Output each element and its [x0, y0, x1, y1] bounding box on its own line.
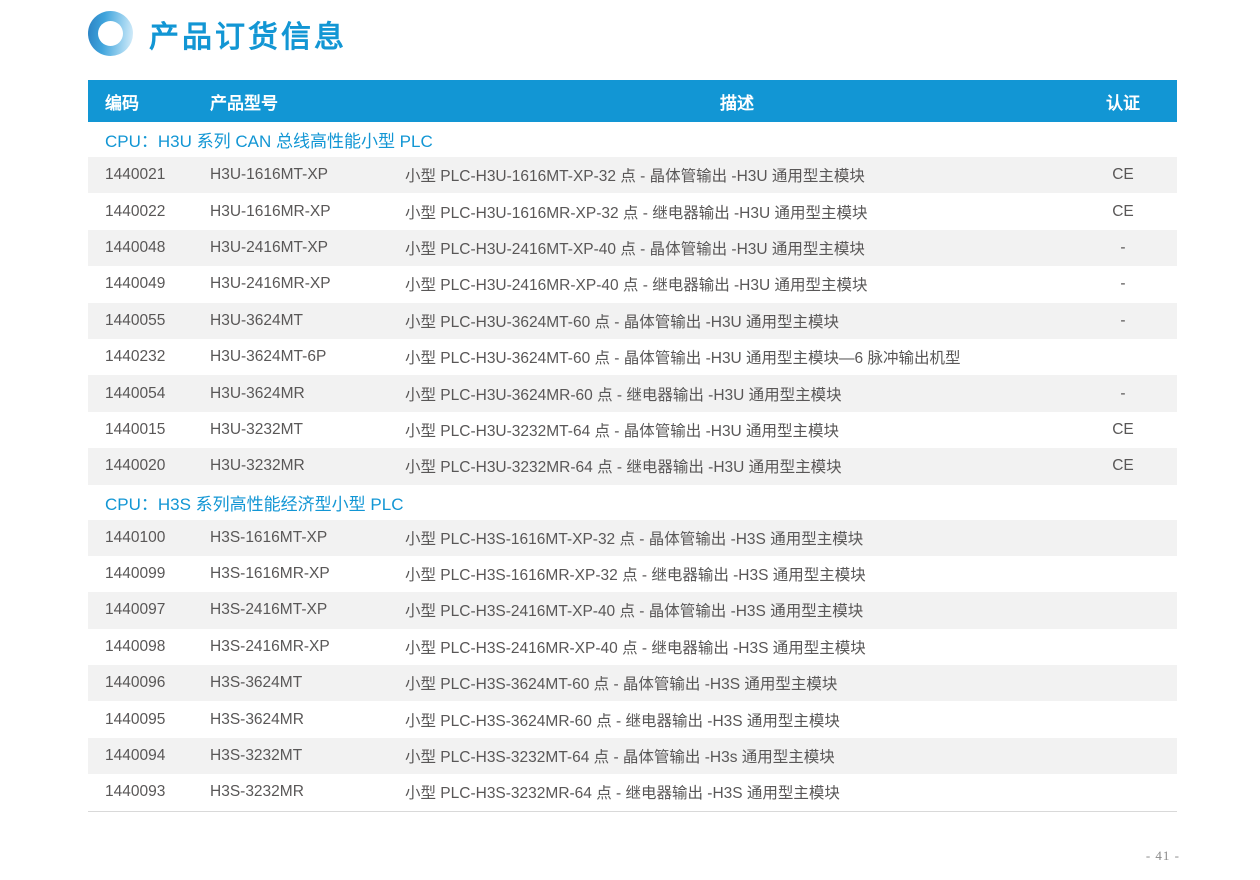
row-cert-cell: CE	[1069, 166, 1177, 184]
row-code-cell: 1440020	[88, 457, 210, 475]
column-header-model: 产品型号	[210, 89, 405, 114]
row-desc-cell: 小型 PLC-H3U-3624MR-60 点 - 继电器输出 -H3U 通用型主…	[405, 383, 1069, 405]
row-model-cell: H3S-3624MT	[210, 674, 405, 692]
row-model-cell: H3S-1616MR-XP	[210, 565, 405, 583]
row-code-cell: 1440049	[88, 275, 210, 293]
row-code-cell: 1440022	[88, 203, 210, 221]
row-code-cell: 1440021	[88, 166, 210, 184]
row-model-cell: H3S-2416MR-XP	[210, 638, 405, 656]
row-code-cell: 1440232	[88, 348, 210, 366]
product-order-table: 编码 产品型号 描述 认证 CPU：H3U 系列 CAN 总线高性能小型 PLC…	[88, 80, 1177, 812]
table-row: 1440049H3U-2416MR-XP小型 PLC-H3U-2416MR-XP…	[88, 266, 1177, 302]
table-header-row: 编码 产品型号 描述 认证	[88, 80, 1177, 122]
row-model-cell: H3U-3232MT	[210, 421, 405, 439]
catalog-page: 产品订货信息 编码 产品型号 描述 认证 CPU：H3U 系列 CAN 总线高性…	[0, 0, 1260, 880]
row-cert-cell: -	[1069, 275, 1177, 293]
table-row: 1440015H3U-3232MT小型 PLC-H3U-3232MT-64 点 …	[88, 412, 1177, 448]
row-desc-cell: 小型 PLC-H3S-3232MT-64 点 - 晶体管输出 -H3s 通用型主…	[405, 745, 1069, 767]
row-desc-cell: 小型 PLC-H3U-3624MT-60 点 - 晶体管输出 -H3U 通用型主…	[405, 346, 1069, 368]
row-code-cell: 1440093	[88, 783, 210, 801]
row-desc-cell: 小型 PLC-H3S-2416MR-XP-40 点 - 继电器输出 -H3S 通…	[405, 636, 1069, 658]
page-header: 产品订货信息	[88, 11, 347, 56]
row-model-cell: H3U-1616MR-XP	[210, 203, 405, 221]
row-cert-cell: CE	[1069, 203, 1177, 221]
table-row: 1440096H3S-3624MT小型 PLC-H3S-3624MT-60 点 …	[88, 665, 1177, 701]
ring-icon	[88, 11, 133, 56]
table-row: 1440020H3U-3232MR小型 PLC-H3U-3232MR-64 点 …	[88, 448, 1177, 484]
row-model-cell: H3S-2416MT-XP	[210, 601, 405, 619]
row-model-cell: H3U-3624MT-6P	[210, 348, 405, 366]
table-row: 1440048H3U-2416MT-XP小型 PLC-H3U-2416MT-XP…	[88, 230, 1177, 266]
row-model-cell: H3S-3624MR	[210, 711, 405, 729]
table-row: 1440021H3U-1616MT-XP小型 PLC-H3U-1616MT-XP…	[88, 157, 1177, 193]
table-row: 1440232H3U-3624MT-6P小型 PLC-H3U-3624MT-60…	[88, 339, 1177, 375]
row-desc-cell: 小型 PLC-H3S-1616MR-XP-32 点 - 继电器输出 -H3S 通…	[405, 563, 1069, 585]
row-desc-cell: 小型 PLC-H3U-3232MR-64 点 - 继电器输出 -H3U 通用型主…	[405, 455, 1069, 477]
table-row: 1440022H3U-1616MR-XP小型 PLC-H3U-1616MR-XP…	[88, 193, 1177, 229]
row-model-cell: H3U-3624MT	[210, 312, 405, 330]
row-model-cell: H3U-3624MR	[210, 385, 405, 403]
table-row: 1440100H3S-1616MT-XP小型 PLC-H3S-1616MT-XP…	[88, 520, 1177, 556]
row-code-cell: 1440094	[88, 747, 210, 765]
row-model-cell: H3U-1616MT-XP	[210, 166, 405, 184]
row-desc-cell: 小型 PLC-H3S-3232MR-64 点 - 继电器输出 -H3S 通用型主…	[405, 781, 1069, 803]
row-cert-cell: CE	[1069, 457, 1177, 475]
column-header-desc: 描述	[405, 89, 1069, 114]
row-model-cell: H3U-3232MR	[210, 457, 405, 475]
column-header-cert: 认证	[1069, 89, 1177, 114]
row-model-cell: H3S-3232MR	[210, 783, 405, 801]
row-desc-cell: 小型 PLC-H3U-1616MT-XP-32 点 - 晶体管输出 -H3U 通…	[405, 164, 1069, 186]
row-code-cell: 1440015	[88, 421, 210, 439]
row-desc-cell: 小型 PLC-H3U-2416MR-XP-40 点 - 继电器输出 -H3U 通…	[405, 273, 1069, 295]
row-desc-cell: 小型 PLC-H3U-3624MT-60 点 - 晶体管输出 -H3U 通用型主…	[405, 310, 1069, 332]
column-header-code: 编码	[88, 89, 210, 114]
row-model-cell: H3S-3232MT	[210, 747, 405, 765]
table-row: 1440097H3S-2416MT-XP小型 PLC-H3S-2416MT-XP…	[88, 592, 1177, 628]
page-number: - 41 -	[1146, 848, 1180, 864]
table-row: 1440094H3S-3232MT小型 PLC-H3S-3232MT-64 点 …	[88, 738, 1177, 774]
row-cert-cell: -	[1069, 239, 1177, 257]
row-code-cell: 1440055	[88, 312, 210, 330]
row-desc-cell: 小型 PLC-H3S-2416MT-XP-40 点 - 晶体管输出 -H3S 通…	[405, 599, 1069, 621]
row-desc-cell: 小型 PLC-H3U-1616MR-XP-32 点 - 继电器输出 -H3U 通…	[405, 201, 1069, 223]
row-desc-cell: 小型 PLC-H3U-3232MT-64 点 - 晶体管输出 -H3U 通用型主…	[405, 419, 1069, 441]
table-row: 1440055H3U-3624MT小型 PLC-H3U-3624MT-60 点 …	[88, 303, 1177, 339]
table-body: CPU：H3U 系列 CAN 总线高性能小型 PLC1440021H3U-161…	[88, 122, 1177, 811]
row-desc-cell: 小型 PLC-H3S-3624MT-60 点 - 晶体管输出 -H3S 通用型主…	[405, 672, 1069, 694]
row-code-cell: 1440095	[88, 711, 210, 729]
row-code-cell: 1440098	[88, 638, 210, 656]
row-code-cell: 1440048	[88, 239, 210, 257]
row-cert-cell: CE	[1069, 421, 1177, 439]
row-desc-cell: 小型 PLC-H3U-2416MT-XP-40 点 - 晶体管输出 -H3U 通…	[405, 237, 1069, 259]
row-model-cell: H3S-1616MT-XP	[210, 529, 405, 547]
row-code-cell: 1440100	[88, 529, 210, 547]
section-header: CPU：H3U 系列 CAN 总线高性能小型 PLC	[88, 122, 1177, 157]
table-row: 1440099H3S-1616MR-XP小型 PLC-H3S-1616MR-XP…	[88, 556, 1177, 592]
row-model-cell: H3U-2416MT-XP	[210, 239, 405, 257]
table-row: 1440095H3S-3624MR小型 PLC-H3S-3624MR-60 点 …	[88, 701, 1177, 737]
table-row: 1440093H3S-3232MR小型 PLC-H3S-3232MR-64 点 …	[88, 774, 1177, 810]
row-code-cell: 1440096	[88, 674, 210, 692]
table-row: 1440054H3U-3624MR小型 PLC-H3U-3624MR-60 点 …	[88, 375, 1177, 411]
row-desc-cell: 小型 PLC-H3S-1616MT-XP-32 点 - 晶体管输出 -H3S 通…	[405, 527, 1069, 549]
table-row: 1440098H3S-2416MR-XP小型 PLC-H3S-2416MR-XP…	[88, 629, 1177, 665]
section-header: CPU：H3S 系列高性能经济型小型 PLC	[88, 485, 1177, 520]
row-code-cell: 1440099	[88, 565, 210, 583]
row-cert-cell: -	[1069, 385, 1177, 403]
row-desc-cell: 小型 PLC-H3S-3624MR-60 点 - 继电器输出 -H3S 通用型主…	[405, 709, 1069, 731]
row-cert-cell: -	[1069, 312, 1177, 330]
row-model-cell: H3U-2416MR-XP	[210, 275, 405, 293]
row-code-cell: 1440054	[88, 385, 210, 403]
row-code-cell: 1440097	[88, 601, 210, 619]
page-title: 产品订货信息	[149, 12, 347, 56]
